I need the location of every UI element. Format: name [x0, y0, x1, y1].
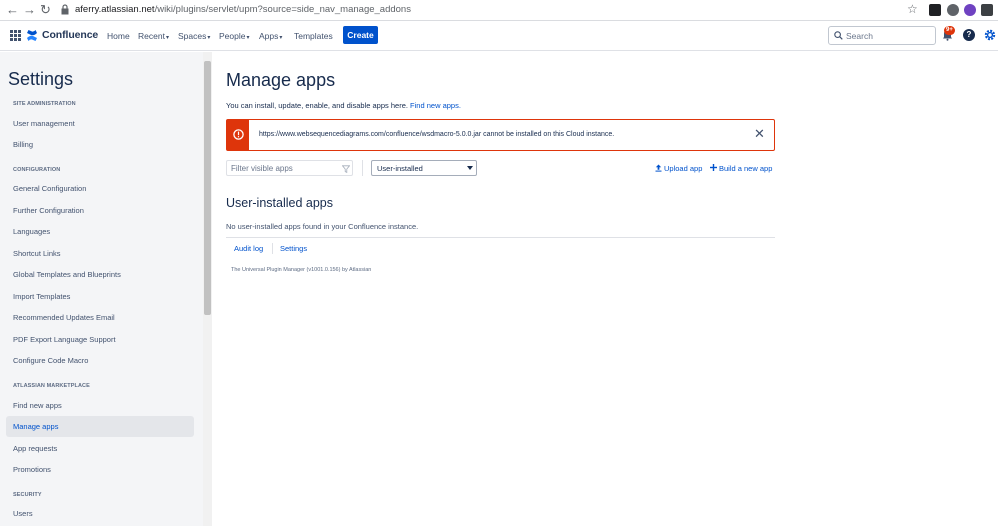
- settings-sidebar: Settings SITE ADMINISTRATION User manage…: [0, 52, 212, 526]
- section-heading-site-administration: SITE ADMINISTRATION: [13, 101, 76, 107]
- toolbar-divider: [362, 160, 363, 176]
- close-icon[interactable]: ✕: [754, 127, 765, 141]
- reload-icon[interactable]: ↻: [40, 3, 51, 17]
- intro-body: You can install, update, enable, and dis…: [226, 101, 408, 110]
- dropdown-arrow-icon: [467, 166, 473, 170]
- nav-recent-label: Recent: [138, 31, 165, 41]
- nav-apps-label: Apps: [259, 31, 279, 41]
- sidebar-scrollbar-thumb[interactable]: [204, 61, 211, 315]
- upload-app-link[interactable]: Upload app: [655, 164, 702, 173]
- chevron-down-icon: ▾: [207, 35, 211, 41]
- search-placeholder: Search: [846, 31, 873, 41]
- app-switcher-icon[interactable]: [10, 30, 21, 41]
- app-type-select-value: User-installed: [377, 164, 423, 173]
- page-title: Manage apps: [226, 70, 336, 90]
- nav-people-label: People: [219, 31, 246, 41]
- filter-placeholder: Filter visible apps: [231, 164, 293, 173]
- nav-recent[interactable]: Recent▾: [138, 31, 169, 41]
- sidebar-item-shortcut-links[interactable]: Shortcut Links: [6, 243, 194, 264]
- sidebar-item-manage-apps[interactable]: Manage apps: [6, 416, 194, 437]
- url-path: /wiki/plugins/servlet/upm?source=side_na…: [154, 4, 411, 15]
- filter-funnel-icon: [342, 165, 350, 173]
- section-title: User-installed apps: [226, 196, 333, 210]
- app-type-select[interactable]: User-installed: [371, 160, 477, 176]
- logo-text[interactable]: Confluence: [42, 29, 98, 41]
- intro-text: You can install, update, enable, and dis…: [226, 101, 461, 110]
- sidebar-item-promotions[interactable]: Promotions: [6, 459, 194, 480]
- url-host: aferry.atlassian.net: [75, 4, 155, 15]
- section-heading-atlassian-marketplace: ATLASSIAN MARKETPLACE: [13, 383, 90, 389]
- forward-icon[interactable]: →: [23, 3, 36, 17]
- build-new-app-link[interactable]: Build a new app: [710, 164, 772, 173]
- extension-settings-icon[interactable]: [964, 4, 976, 16]
- sidebar-item-import-templates[interactable]: Import Templates: [6, 286, 194, 307]
- sidebar-item-further-configuration[interactable]: Further Configuration: [6, 200, 194, 221]
- sidebar-item-user-management[interactable]: User management: [6, 113, 194, 134]
- find-new-apps-link[interactable]: Find new apps.: [410, 101, 461, 110]
- sidebar-item-languages[interactable]: Languages: [6, 221, 194, 242]
- error-icon: [233, 129, 244, 140]
- section-heading-configuration: CONFIGURATION: [13, 167, 61, 173]
- search-input[interactable]: Search: [828, 26, 936, 45]
- audit-log-link[interactable]: Audit log: [234, 244, 263, 253]
- tab-separator: [272, 243, 273, 254]
- upload-app-label: Upload app: [664, 164, 703, 173]
- error-message: https://www.websequencediagrams.com/conf…: [259, 131, 615, 138]
- notification-badge: 9+: [944, 26, 955, 35]
- help-icon[interactable]: ?: [963, 29, 975, 41]
- nav-people[interactable]: People▾: [219, 31, 249, 41]
- nav-spaces[interactable]: Spaces▾: [178, 31, 210, 41]
- error-banner: https://www.websequencediagrams.com/conf…: [226, 119, 775, 151]
- sidebar-item-general-configuration[interactable]: General Configuration: [6, 178, 194, 199]
- settings-link[interactable]: Settings: [280, 244, 307, 253]
- build-new-app-label: Build a new app: [719, 164, 773, 173]
- nav-templates[interactable]: Templates: [294, 31, 333, 41]
- sidebar-item-global-templates[interactable]: Global Templates and Blueprints: [6, 264, 194, 285]
- sidebar-item-configure-code-macro[interactable]: Configure Code Macro: [6, 350, 194, 371]
- sidebar-item-users[interactable]: Users: [6, 503, 194, 524]
- upload-icon: [655, 164, 662, 172]
- app-header: Confluence Home Recent▾ Spaces▾ People▾ …: [0, 21, 998, 51]
- plus-icon: [710, 164, 717, 171]
- section-heading-security: SECURITY: [13, 492, 42, 498]
- lock-icon: [61, 4, 69, 15]
- extension-grammarly-icon[interactable]: [947, 4, 959, 16]
- extension-p-icon[interactable]: [929, 4, 941, 16]
- create-button[interactable]: Create: [343, 26, 378, 44]
- extension-dark-icon[interactable]: [981, 4, 993, 16]
- sidebar-item-billing[interactable]: Billing: [6, 134, 194, 155]
- search-icon: [834, 31, 843, 40]
- confluence-logo-icon[interactable]: [26, 29, 38, 42]
- back-icon[interactable]: ←: [6, 3, 19, 17]
- sidebar-item-pdf-export-language[interactable]: PDF Export Language Support: [6, 329, 194, 350]
- sidebar-item-find-new-apps[interactable]: Find new apps: [6, 395, 194, 416]
- empty-state-text: No user-installed apps found in your Con…: [226, 222, 419, 231]
- error-strip: [227, 120, 249, 150]
- chevron-down-icon: ▾: [165, 35, 169, 41]
- nav-spaces-label: Spaces: [178, 31, 207, 41]
- sidebar-item-recommended-updates-email[interactable]: Recommended Updates Email: [6, 307, 194, 328]
- sidebar-title: Settings: [8, 69, 74, 89]
- sidebar-item-app-requests[interactable]: App requests: [6, 438, 194, 459]
- settings-gear-icon[interactable]: [984, 29, 996, 41]
- nav-apps[interactable]: Apps▾: [259, 31, 282, 41]
- bookmark-star-icon[interactable]: ☆: [907, 2, 918, 16]
- filter-apps-input[interactable]: Filter visible apps: [226, 160, 353, 176]
- chevron-down-icon: ▾: [279, 35, 283, 41]
- chevron-down-icon: ▾: [246, 35, 250, 41]
- address-bar[interactable]: aferry.atlassian.net/wiki/plugins/servle…: [75, 4, 411, 15]
- upm-version-note: The Universal Plugin Manager (v1001.0.15…: [231, 267, 372, 273]
- section-divider: [226, 237, 775, 238]
- nav-home[interactable]: Home: [107, 31, 130, 41]
- browser-toolbar: ← → ↻ aferry.atlassian.net/wiki/plugins/…: [0, 0, 998, 21]
